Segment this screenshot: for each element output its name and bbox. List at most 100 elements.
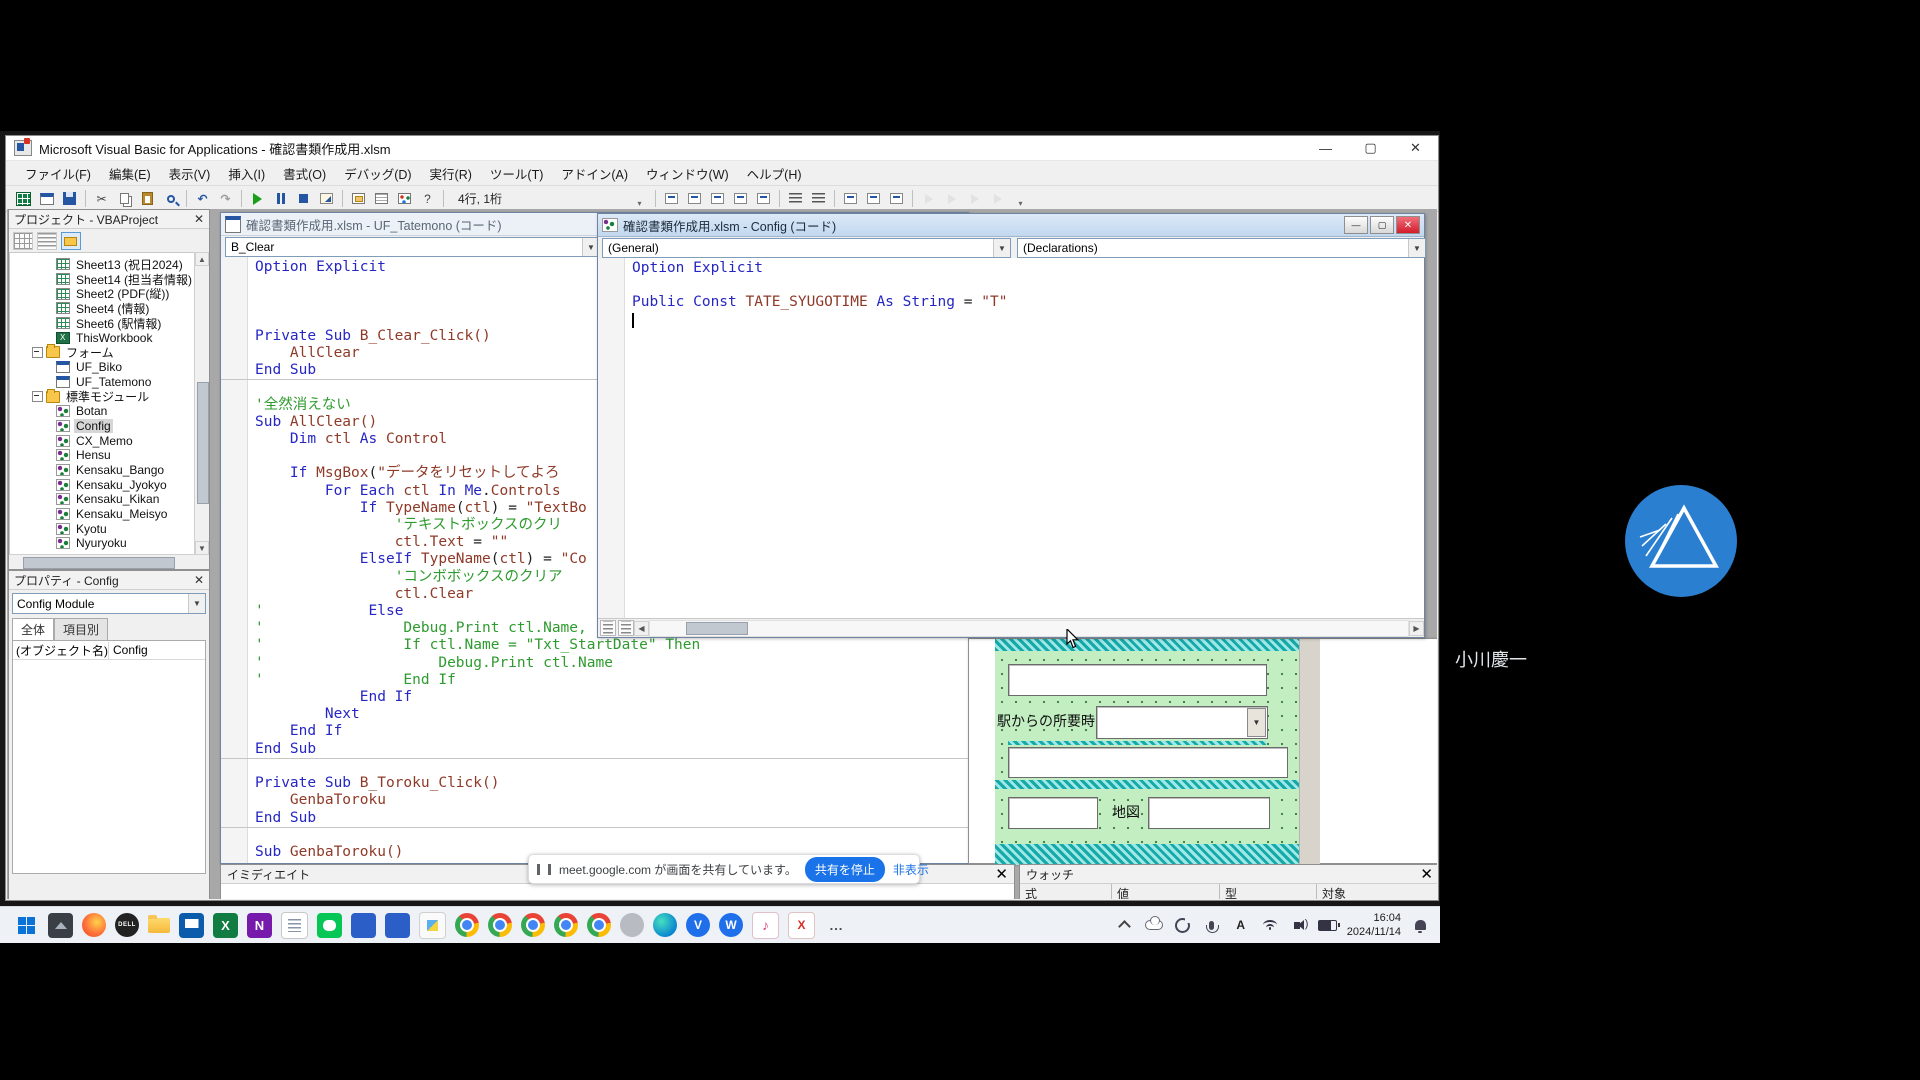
toggle-breakpoint-icon[interactable]	[840, 189, 861, 208]
tree-item-UF_Biko[interactable]: UF_Biko	[10, 360, 194, 375]
save-icon[interactable]	[59, 189, 80, 208]
maximize-button[interactable]: ▢	[1348, 136, 1393, 160]
outdent-icon[interactable]	[808, 189, 829, 208]
bookmark-next-icon[interactable]	[941, 189, 962, 208]
break-icon[interactable]	[270, 189, 291, 208]
tree-item-Kensaku_Bango[interactable]: Kensaku_Bango	[10, 463, 194, 478]
hscroll-track[interactable]	[649, 620, 1409, 637]
notepad-app-icon[interactable]	[281, 912, 308, 939]
project-close-icon[interactable]: ✕	[194, 212, 204, 226]
watch-column-0[interactable]: 式	[1020, 884, 1112, 899]
tree-item-Kyotu[interactable]: Kyotu	[10, 521, 194, 536]
procedure-view-button[interactable]	[600, 620, 616, 636]
close-button[interactable]: ✕	[1393, 136, 1438, 160]
watch-column-2[interactable]: 型	[1220, 884, 1317, 899]
light-app-icon[interactable]	[419, 912, 446, 939]
tree-item-ThisWorkbook[interactable]: ThisWorkbook	[10, 330, 194, 345]
pause-share-icon[interactable]	[537, 864, 551, 875]
vscroll-thumb[interactable]	[197, 382, 209, 504]
userform-canvas[interactable]: 駅からの所要時間 ▼ 地図	[995, 639, 1299, 865]
stop-sharing-button[interactable]: 共有を停止	[805, 857, 885, 882]
combo-dropdown-icon[interactable]: ▼	[1247, 708, 1266, 737]
form-textbox-2[interactable]	[1008, 747, 1288, 778]
form-combobox[interactable]	[1096, 706, 1268, 739]
bookmark-toggle-icon[interactable]	[918, 189, 939, 208]
taskbar-clock[interactable]: 16:04 2024/11/14	[1347, 911, 1401, 940]
view-code-button[interactable]	[13, 232, 33, 250]
hide-share-bar-button[interactable]: 非表示	[893, 861, 929, 878]
insert-userform-icon[interactable]	[36, 189, 57, 208]
tree-item-Sheet14-[interactable]: Sheet14 (担当者情報)	[10, 272, 194, 287]
music-app-icon[interactable]: ♪	[752, 912, 779, 939]
w-app-icon[interactable]: W	[719, 913, 743, 937]
tray-overflow-chevron-icon[interactable]	[1115, 914, 1135, 936]
onenote-icon[interactable]: N	[247, 913, 272, 938]
toggle-folders-button[interactable]	[61, 232, 81, 250]
child-minimize-button[interactable]: —	[1344, 216, 1368, 234]
microphone-icon[interactable]	[1202, 914, 1222, 936]
tree-item-Config[interactable]: Config	[10, 419, 194, 434]
tree-item-Sheet4-[interactable]: Sheet4 (情報)	[10, 301, 194, 316]
toolbar-overflow-icon[interactable]: ▾	[1015, 189, 1026, 208]
chrome-profile-2-icon[interactable]	[488, 913, 512, 937]
properties-window-icon[interactable]	[371, 189, 392, 208]
menu-help[interactable]: ヘルプ(H)	[738, 161, 811, 186]
list-properties-icon[interactable]	[661, 189, 682, 208]
form-textbox-4[interactable]	[1148, 797, 1270, 829]
scroll-right-icon[interactable]: ▶	[1409, 621, 1424, 636]
chevron-down-icon[interactable]: ▼	[993, 239, 1010, 257]
project-explorer-icon[interactable]	[348, 189, 369, 208]
tree-item--[interactable]: フォーム	[10, 345, 194, 360]
chrome-profile-4-icon[interactable]	[554, 913, 578, 937]
menu-insert[interactable]: 挿入(I)	[219, 161, 274, 186]
general-dropdown[interactable]: (General) ▼	[602, 238, 1011, 258]
property-row[interactable]: (オブジェクト名) Config	[13, 641, 205, 660]
chrome-profile-5-icon[interactable]	[587, 913, 611, 937]
x-app-icon[interactable]: X	[788, 912, 815, 939]
design-mode-icon[interactable]	[316, 189, 337, 208]
scroll-left-icon[interactable]: ◀	[634, 621, 649, 636]
tree-item-Sheet6-[interactable]: Sheet6 (駅情報)	[10, 316, 194, 331]
battery-icon[interactable]	[1318, 914, 1338, 936]
chevron-down-icon[interactable]: ▼	[1408, 239, 1425, 257]
watch-column-1[interactable]: 値	[1112, 884, 1220, 899]
chevron-down-icon[interactable]: ▼	[188, 594, 205, 613]
menu-format[interactable]: 書式(O)	[274, 161, 335, 186]
sync-icon[interactable]	[1173, 914, 1193, 936]
ime-mode-icon[interactable]: A	[1231, 914, 1251, 936]
paste-icon[interactable]	[137, 189, 158, 208]
properties-close-icon[interactable]: ✕	[194, 573, 204, 587]
child-close-button[interactable]: ✕	[1396, 216, 1420, 234]
chrome-profile-3-icon[interactable]	[521, 913, 545, 937]
complete-word-icon[interactable]	[753, 189, 774, 208]
tree-item-Botan[interactable]: Botan	[10, 404, 194, 419]
properties-object-selector[interactable]: Config Module ▼	[12, 593, 206, 614]
wifi-icon[interactable]	[1260, 914, 1280, 936]
tree-item--[interactable]: 標準モジュール	[10, 389, 194, 404]
declarations-dropdown[interactable]: (Declarations) ▼	[1017, 238, 1426, 258]
toolbar-overflow-icon[interactable]: ▾	[634, 189, 645, 208]
quick-info-icon[interactable]	[707, 189, 728, 208]
scroll-down-icon[interactable]: ▼	[195, 541, 209, 555]
tree-item-Kensaku_Meisyo[interactable]: Kensaku_Meisyo	[10, 507, 194, 522]
undo-icon[interactable]: ↶	[192, 189, 213, 208]
start-button-icon[interactable]	[14, 913, 39, 938]
project-tree-vscrollbar[interactable]: ▲ ▼	[194, 252, 209, 555]
find-icon[interactable]	[160, 189, 181, 208]
v-app-icon[interactable]: V	[686, 913, 710, 937]
indent-icon[interactable]	[785, 189, 806, 208]
menu-run[interactable]: 実行(R)	[421, 161, 481, 186]
tree-item-Sheet2-PDF-[interactable]: Sheet2 (PDF(縦))	[10, 286, 194, 301]
scroll-up-icon[interactable]: ▲	[195, 252, 209, 266]
menu-edit[interactable]: 編集(E)	[100, 161, 160, 186]
form-textbox-3[interactable]	[1008, 797, 1098, 829]
help-icon[interactable]: ?	[417, 189, 438, 208]
form-designer-scrollbar[interactable]	[1299, 639, 1320, 865]
file-explorer-icon[interactable]	[148, 918, 170, 933]
tree-item-Kensaku_Jyokyo[interactable]: Kensaku_Jyokyo	[10, 477, 194, 492]
full-module-view-button[interactable]	[618, 620, 634, 636]
hscroll-thumb[interactable]	[23, 557, 175, 569]
menu-view[interactable]: 表示(V)	[160, 161, 220, 186]
chrome-profile-1-icon[interactable]	[455, 913, 479, 937]
line-app-icon[interactable]	[317, 913, 342, 938]
